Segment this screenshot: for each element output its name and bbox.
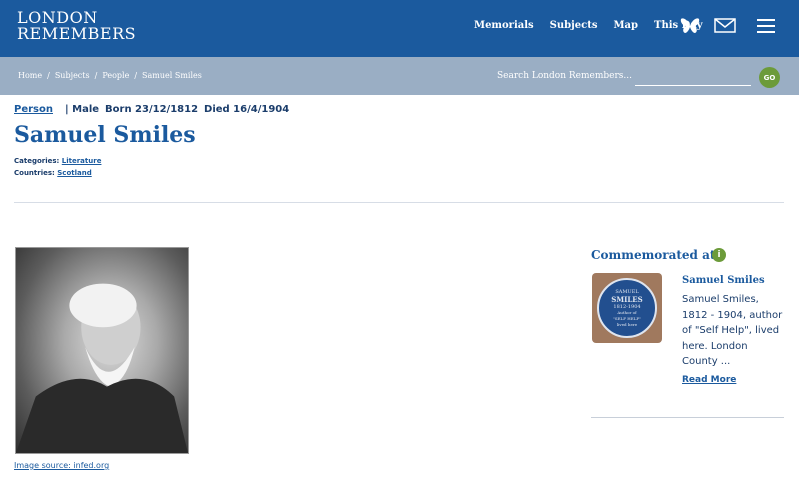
envelope-icon[interactable] xyxy=(714,18,736,37)
butterfly-icon[interactable] xyxy=(680,17,700,39)
breadcrumb-current[interactable]: Samuel Smiles xyxy=(142,71,202,80)
plaque-line-6: lived here xyxy=(616,321,638,327)
logo-line-2: REMEMBERS xyxy=(17,24,137,43)
person-categories: Categories: Literature Countries: Scotla… xyxy=(14,155,101,179)
search-go-button[interactable]: GO xyxy=(759,67,780,88)
nav-subjects[interactable]: Subjects xyxy=(550,20,598,31)
site-logo[interactable]: LONDON REMEMBERS xyxy=(17,10,136,42)
divider xyxy=(14,202,784,203)
breadcrumb-search-bar: Home / Subjects / People / Samuel Smiles Se… xyxy=(0,57,799,95)
plaque-line-2: SMILES xyxy=(611,294,643,304)
search-label: Search London Remembers... xyxy=(497,71,632,81)
person-died: Died 16/4/1904 xyxy=(204,104,290,115)
breadcrumb-subjects[interactable]: Subjects xyxy=(55,71,90,80)
read-more-link[interactable]: Read More xyxy=(682,375,736,385)
breadcrumb-home[interactable]: Home xyxy=(18,71,42,80)
category-link[interactable]: Literature xyxy=(62,157,102,165)
nav-map[interactable]: Map xyxy=(613,20,638,31)
memorial-excerpt: Samuel Smiles, 1812 - 1904, author of "S… xyxy=(682,294,783,367)
blue-plaque-image: SAMUEL SMILES 1812-1904 Author of "SELF … xyxy=(597,278,657,338)
search-input[interactable] xyxy=(635,85,751,86)
person-type-link[interactable]: Person xyxy=(14,104,53,115)
page-title: Samuel Smiles xyxy=(14,122,196,148)
commemorated-heading: Commemorated at xyxy=(591,248,716,262)
main-nav: Memorials Subjects Map This Day xyxy=(474,20,703,31)
memorial-title-link[interactable]: Samuel Smiles xyxy=(682,275,765,286)
country-link[interactable]: Scotland xyxy=(57,169,91,177)
person-born: Born 23/12/1812 xyxy=(105,104,199,115)
breadcrumb-people[interactable]: People xyxy=(102,71,129,80)
hamburger-menu-icon[interactable] xyxy=(757,19,775,33)
portrait-photo xyxy=(15,247,189,454)
site-header: LONDON REMEMBERS Memorials Subjects Map … xyxy=(0,0,799,57)
divider xyxy=(591,417,784,418)
image-source-link[interactable]: Image source: infed.org xyxy=(14,461,109,470)
info-icon[interactable]: i xyxy=(712,248,726,262)
person-sex: | Male xyxy=(64,104,100,115)
nav-memorials[interactable]: Memorials xyxy=(474,20,534,31)
person-meta: Person | Male Born 23/12/1812 Died 16/4/… xyxy=(14,104,289,115)
countries-label: Countries: xyxy=(14,169,55,177)
plaque-thumbnail[interactable]: SAMUEL SMILES 1812-1904 Author of "SELF … xyxy=(592,273,662,343)
categories-label: Categories: xyxy=(14,157,60,165)
breadcrumb: Home / Subjects / People / Samuel Smiles xyxy=(18,71,202,80)
